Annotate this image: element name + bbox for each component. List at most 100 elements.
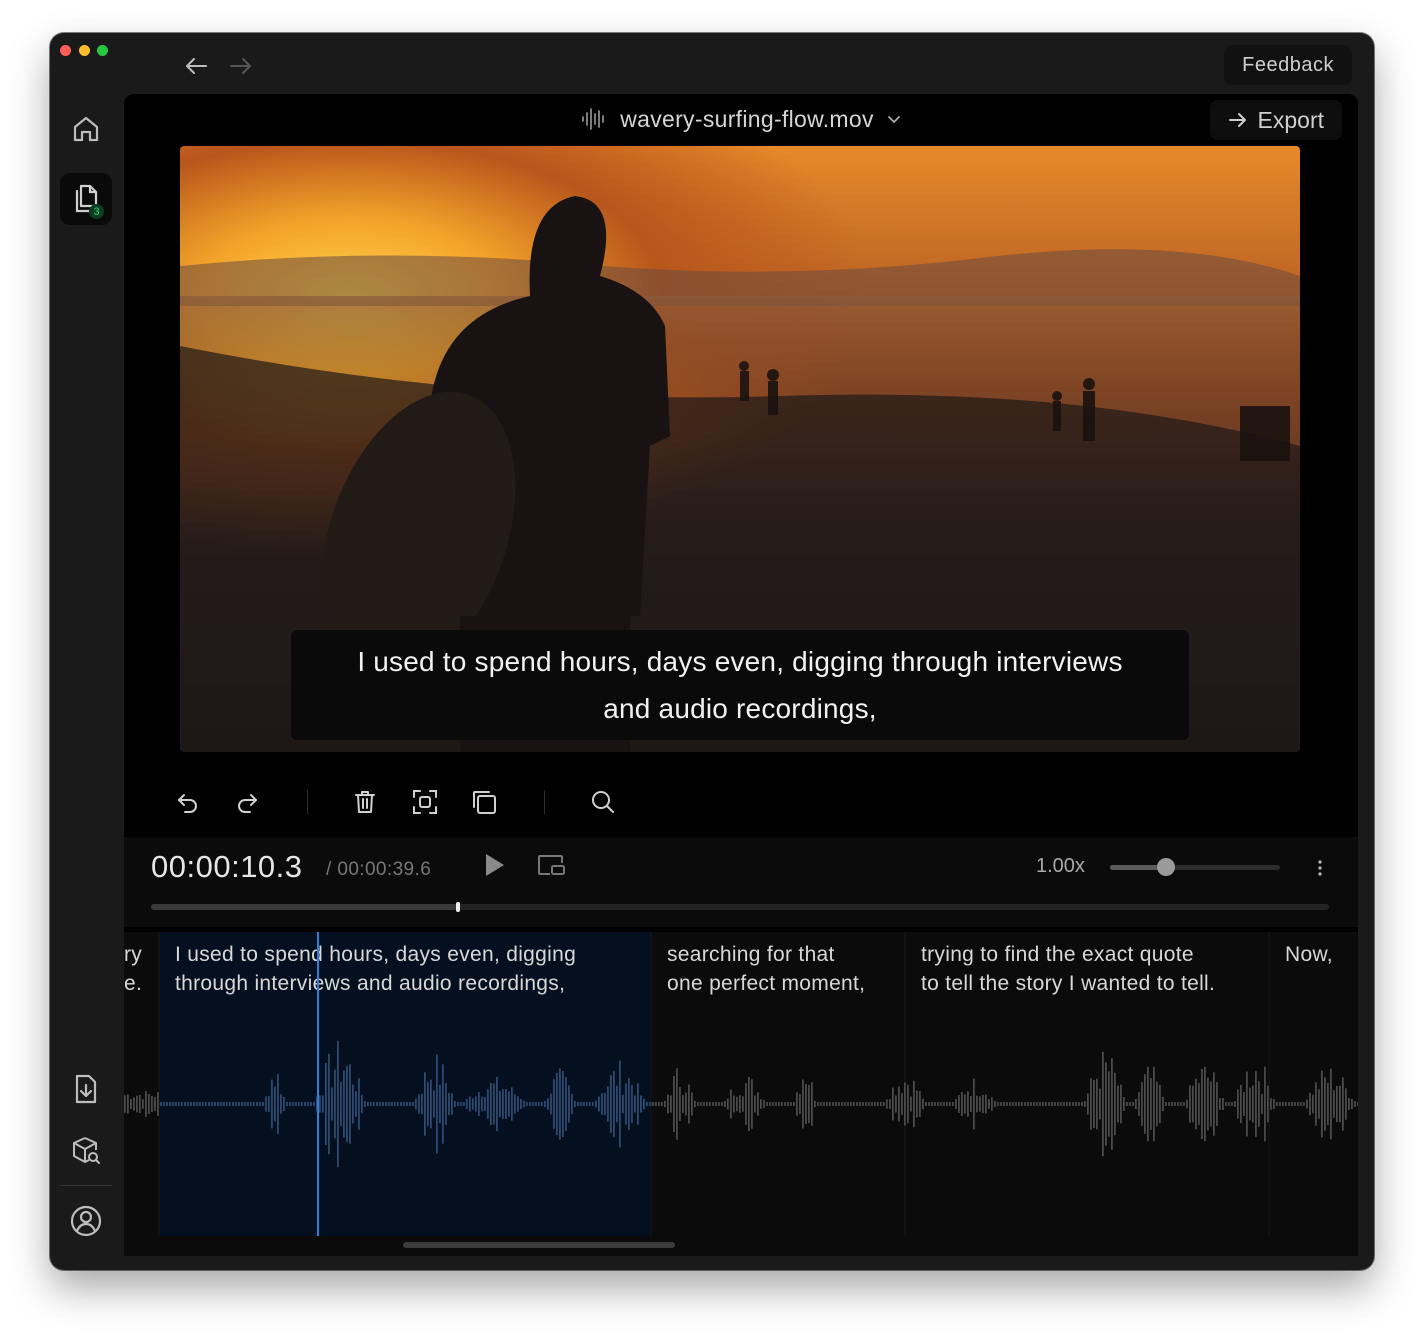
speed-slider[interactable] bbox=[1110, 865, 1280, 870]
waveform-bar bbox=[1168, 1102, 1170, 1106]
waveform-bar bbox=[1315, 1082, 1317, 1126]
waveform-bar bbox=[1066, 1102, 1068, 1106]
waveform-bar bbox=[319, 1095, 321, 1113]
waveform-bar bbox=[589, 1102, 591, 1106]
close-window-button[interactable] bbox=[60, 45, 71, 56]
waveform-bar bbox=[448, 1093, 450, 1115]
waveform-bar bbox=[961, 1091, 963, 1117]
delete-button[interactable] bbox=[345, 782, 385, 822]
waveform-bar bbox=[883, 1102, 885, 1106]
waveform-bar bbox=[520, 1099, 522, 1109]
waveform-bar bbox=[796, 1092, 798, 1116]
playback-progress-handle[interactable] bbox=[456, 902, 460, 912]
waveform-bar bbox=[982, 1094, 984, 1114]
waveform-bar bbox=[1174, 1102, 1176, 1106]
waveform-bar bbox=[439, 1084, 441, 1124]
waveform-bar bbox=[622, 1094, 624, 1114]
waveform-bar bbox=[616, 1085, 618, 1123]
playback-progress[interactable] bbox=[151, 904, 1329, 910]
waveform-bar bbox=[1138, 1092, 1140, 1116]
waveform-bar bbox=[1330, 1068, 1332, 1140]
waveform-bar bbox=[640, 1095, 642, 1113]
waveform-bar bbox=[994, 1101, 996, 1107]
waveform-bar bbox=[703, 1102, 705, 1106]
picture-in-picture-icon bbox=[538, 855, 565, 875]
waveform-bar bbox=[559, 1068, 561, 1140]
waveform-bar bbox=[1177, 1102, 1179, 1106]
waveform-bar bbox=[1219, 1097, 1221, 1111]
waveform-bar bbox=[1225, 1102, 1227, 1106]
waveform-bar bbox=[349, 1064, 351, 1144]
toolbar-divider bbox=[544, 790, 545, 814]
waveform-bar bbox=[1045, 1102, 1047, 1106]
more-options-button[interactable] bbox=[1310, 853, 1330, 883]
waveform-bar bbox=[631, 1085, 633, 1123]
waveform-bar bbox=[817, 1102, 819, 1106]
waveform-bar bbox=[1312, 1094, 1314, 1114]
sidebar: 3 bbox=[50, 93, 122, 1270]
audio-waveform[interactable] bbox=[124, 1014, 1358, 1234]
play-button[interactable] bbox=[474, 845, 514, 885]
user-circle-icon bbox=[70, 1205, 102, 1237]
waveform-bar bbox=[1090, 1078, 1092, 1130]
waveform-bar bbox=[712, 1102, 714, 1106]
waveform-bar bbox=[469, 1096, 471, 1112]
waveform-bar bbox=[1189, 1085, 1191, 1123]
speed-slider-handle[interactable] bbox=[1157, 858, 1175, 876]
feedback-button[interactable]: Feedback bbox=[1224, 45, 1352, 85]
timeline-playhead[interactable] bbox=[317, 932, 319, 1236]
focus-crop-button[interactable] bbox=[405, 782, 445, 822]
picture-in-picture-button[interactable] bbox=[531, 845, 571, 885]
file-selector[interactable]: wavery-surfing-flow.mov bbox=[124, 102, 1358, 136]
zoom-window-button[interactable] bbox=[97, 45, 108, 56]
waveform-bar bbox=[1279, 1102, 1281, 1106]
waveform-bar bbox=[808, 1084, 810, 1124]
waveform-bar bbox=[1006, 1102, 1008, 1106]
waveform-bar bbox=[781, 1102, 783, 1106]
waveform-bar bbox=[376, 1102, 378, 1106]
caption-overlay[interactable]: I used to spend hours, days even, diggin… bbox=[291, 630, 1189, 740]
waveform-bar bbox=[232, 1102, 234, 1106]
timeline-scrollbar[interactable] bbox=[403, 1242, 675, 1248]
caption-line-2: and audio recordings, bbox=[603, 693, 877, 724]
waveform-bar bbox=[916, 1090, 918, 1118]
waveform-bar bbox=[499, 1090, 501, 1118]
redo-button[interactable] bbox=[227, 782, 267, 822]
waveform-bar bbox=[880, 1102, 882, 1106]
search-button[interactable] bbox=[583, 782, 623, 822]
waveform-bar bbox=[595, 1100, 597, 1108]
waveform-bar bbox=[784, 1102, 786, 1106]
waveform-bar bbox=[442, 1064, 444, 1144]
waveform-bar bbox=[343, 1070, 345, 1138]
waveform-bar bbox=[1249, 1087, 1251, 1121]
waveform-bar bbox=[1357, 1102, 1358, 1106]
waveform-bar bbox=[859, 1102, 861, 1106]
waveform-bar bbox=[487, 1089, 489, 1119]
sidebar-item-packages[interactable] bbox=[60, 1125, 112, 1177]
waveform-bar bbox=[1324, 1077, 1326, 1131]
waveform-bar bbox=[670, 1095, 672, 1113]
redo-icon bbox=[238, 794, 257, 813]
waveform-bar bbox=[364, 1101, 366, 1107]
back-button[interactable] bbox=[181, 51, 211, 81]
waveform-bar bbox=[1048, 1102, 1050, 1106]
waveform-bar bbox=[406, 1102, 408, 1106]
waveform-bar bbox=[493, 1083, 495, 1125]
waveform-bar bbox=[685, 1092, 687, 1116]
forward-button[interactable] bbox=[226, 51, 256, 81]
undo-button[interactable] bbox=[168, 782, 208, 822]
waveform-bar bbox=[775, 1102, 777, 1106]
sidebar-item-home[interactable] bbox=[60, 103, 112, 155]
waveform-bar bbox=[373, 1102, 375, 1106]
minimize-window-button[interactable] bbox=[79, 45, 90, 56]
video-preview[interactable]: I used to spend hours, days even, diggin… bbox=[180, 146, 1300, 752]
sidebar-item-import[interactable] bbox=[60, 1063, 112, 1115]
waveform-bar bbox=[1339, 1085, 1341, 1123]
waveform-bar bbox=[421, 1093, 423, 1115]
sidebar-item-files[interactable]: 3 bbox=[60, 173, 112, 225]
export-button[interactable]: Export bbox=[1209, 100, 1342, 140]
duplicate-button[interactable] bbox=[464, 782, 504, 822]
waveform-bar bbox=[1237, 1089, 1239, 1119]
waveform-bar bbox=[451, 1093, 453, 1115]
sidebar-item-account[interactable] bbox=[60, 1195, 112, 1247]
